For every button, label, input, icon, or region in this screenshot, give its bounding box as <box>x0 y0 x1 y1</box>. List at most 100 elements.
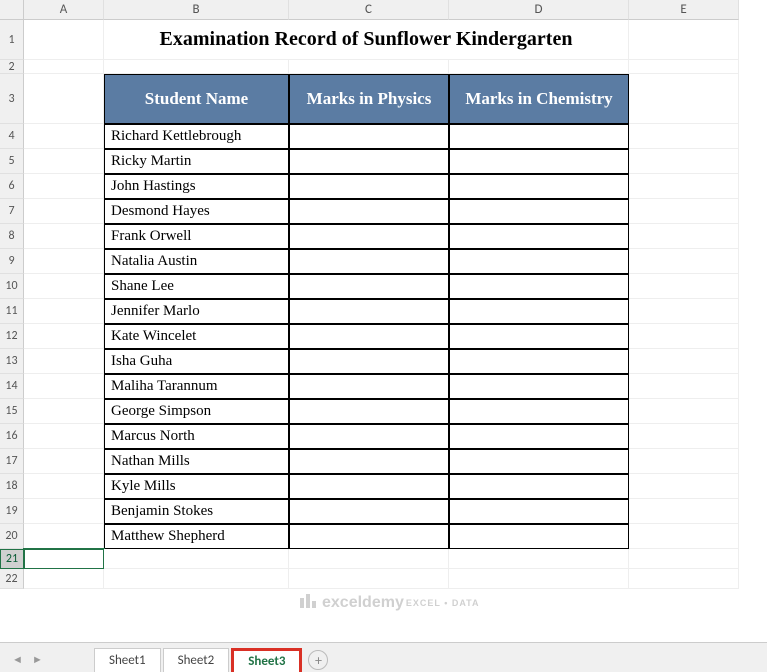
cell-A18[interactable] <box>24 474 104 499</box>
cell-A21[interactable] <box>24 549 104 569</box>
cell-E20[interactable] <box>629 524 739 549</box>
row-header-6[interactable]: 6 <box>0 174 24 199</box>
cell-A11[interactable] <box>24 299 104 324</box>
table-header-chemistry[interactable]: Marks in Chemistry <box>449 74 629 124</box>
cell-E13[interactable] <box>629 349 739 374</box>
chemistry-cell[interactable] <box>449 224 629 249</box>
cell-A13[interactable] <box>24 349 104 374</box>
cell-A16[interactable] <box>24 424 104 449</box>
row-header-19[interactable]: 19 <box>0 499 24 524</box>
cell-E1[interactable] <box>629 20 739 60</box>
cell-E18[interactable] <box>629 474 739 499</box>
row-header-20[interactable]: 20 <box>0 524 24 549</box>
physics-cell[interactable] <box>289 224 449 249</box>
cell-A19[interactable] <box>24 499 104 524</box>
physics-cell[interactable] <box>289 324 449 349</box>
cell-C22[interactable] <box>289 569 449 589</box>
cell-E5[interactable] <box>629 149 739 174</box>
cell-A6[interactable] <box>24 174 104 199</box>
cell-E4[interactable] <box>629 124 739 149</box>
physics-cell[interactable] <box>289 424 449 449</box>
cell-E6[interactable] <box>629 174 739 199</box>
row-header-16[interactable]: 16 <box>0 424 24 449</box>
physics-cell[interactable] <box>289 449 449 474</box>
chemistry-cell[interactable] <box>449 199 629 224</box>
student-name-cell[interactable]: Richard Kettlebrough <box>104 124 289 149</box>
cell-A22[interactable] <box>24 569 104 589</box>
chemistry-cell[interactable] <box>449 274 629 299</box>
student-name-cell[interactable]: Natalia Austin <box>104 249 289 274</box>
tab-sheet1[interactable]: Sheet1 <box>94 648 161 672</box>
row-header-7[interactable]: 7 <box>0 199 24 224</box>
cell-E7[interactable] <box>629 199 739 224</box>
select-all-corner[interactable] <box>0 0 24 20</box>
row-header-11[interactable]: 11 <box>0 299 24 324</box>
cell-A10[interactable] <box>24 274 104 299</box>
physics-cell[interactable] <box>289 299 449 324</box>
row-header-14[interactable]: 14 <box>0 374 24 399</box>
physics-cell[interactable] <box>289 349 449 374</box>
cell-C21[interactable] <box>289 549 449 569</box>
column-header-D[interactable]: D <box>449 0 629 20</box>
row-header-15[interactable]: 15 <box>0 399 24 424</box>
student-name-cell[interactable]: Desmond Hayes <box>104 199 289 224</box>
chemistry-cell[interactable] <box>449 299 629 324</box>
tab-sheet2[interactable]: Sheet2 <box>163 648 230 672</box>
row-header-18[interactable]: 18 <box>0 474 24 499</box>
row-header-5[interactable]: 5 <box>0 149 24 174</box>
cell-A12[interactable] <box>24 324 104 349</box>
chemistry-cell[interactable] <box>449 149 629 174</box>
cell-C2[interactable] <box>289 60 449 74</box>
table-header-name[interactable]: Student Name <box>104 74 289 124</box>
physics-cell[interactable] <box>289 149 449 174</box>
new-sheet-button[interactable]: + <box>308 650 328 670</box>
row-header-12[interactable]: 12 <box>0 324 24 349</box>
chemistry-cell[interactable] <box>449 524 629 549</box>
chemistry-cell[interactable] <box>449 249 629 274</box>
row-header-1[interactable]: 1 <box>0 20 24 60</box>
cell-E10[interactable] <box>629 274 739 299</box>
cell-B21[interactable] <box>104 549 289 569</box>
student-name-cell[interactable]: Frank Orwell <box>104 224 289 249</box>
row-header-22[interactable]: 22 <box>0 569 24 589</box>
chemistry-cell[interactable] <box>449 324 629 349</box>
cell-B2[interactable] <box>104 60 289 74</box>
physics-cell[interactable] <box>289 474 449 499</box>
cell-E15[interactable] <box>629 399 739 424</box>
tab-nav-next[interactable]: ► <box>32 653 42 663</box>
row-header-4[interactable]: 4 <box>0 124 24 149</box>
cell-E2[interactable] <box>629 60 739 74</box>
cell-E22[interactable] <box>629 569 739 589</box>
column-header-A[interactable]: A <box>24 0 104 20</box>
student-name-cell[interactable]: Ricky Martin <box>104 149 289 174</box>
tab-nav-prev[interactable]: ◄ <box>12 653 22 663</box>
cell-E21[interactable] <box>629 549 739 569</box>
student-name-cell[interactable]: Jennifer Marlo <box>104 299 289 324</box>
chemistry-cell[interactable] <box>449 474 629 499</box>
row-header-21[interactable]: 21 <box>0 549 24 569</box>
cell-A3[interactable] <box>24 74 104 124</box>
cell-A1[interactable] <box>24 20 104 60</box>
cell-D22[interactable] <box>449 569 629 589</box>
physics-cell[interactable] <box>289 524 449 549</box>
chemistry-cell[interactable] <box>449 174 629 199</box>
row-header-8[interactable]: 8 <box>0 224 24 249</box>
cell-A4[interactable] <box>24 124 104 149</box>
cell-A14[interactable] <box>24 374 104 399</box>
student-name-cell[interactable]: John Hastings <box>104 174 289 199</box>
chemistry-cell[interactable] <box>449 374 629 399</box>
cell-E8[interactable] <box>629 224 739 249</box>
row-header-9[interactable]: 9 <box>0 249 24 274</box>
table-header-physics[interactable]: Marks in Physics <box>289 74 449 124</box>
row-header-10[interactable]: 10 <box>0 274 24 299</box>
cell-E11[interactable] <box>629 299 739 324</box>
student-name-cell[interactable]: Nathan Mills <box>104 449 289 474</box>
row-header-3[interactable]: 3 <box>0 74 24 124</box>
chemistry-cell[interactable] <box>449 424 629 449</box>
chemistry-cell[interactable] <box>449 499 629 524</box>
cell-E19[interactable] <box>629 499 739 524</box>
physics-cell[interactable] <box>289 174 449 199</box>
student-name-cell[interactable]: Kyle Mills <box>104 474 289 499</box>
physics-cell[interactable] <box>289 274 449 299</box>
tab-sheet3[interactable]: Sheet3 <box>231 648 302 672</box>
